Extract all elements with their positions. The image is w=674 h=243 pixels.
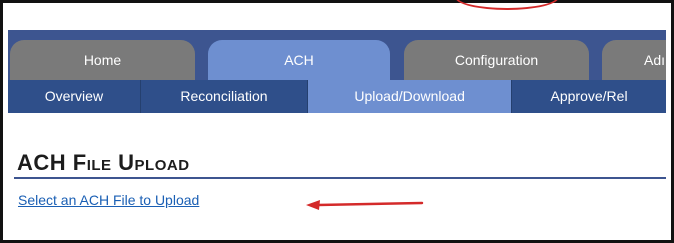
title-divider [14, 177, 666, 179]
subnav-upload-download-label: Upload/Download [354, 88, 465, 104]
tab-ach[interactable]: ACH [208, 40, 390, 80]
sub-navigation: Overview Reconciliation Upload/Download … [8, 80, 666, 113]
tab-home-label: Home [83, 52, 122, 68]
page-title: ACH File Upload [17, 150, 190, 175]
subnav-overview-label: Overview [44, 88, 104, 104]
subnav-overview[interactable]: Overview [8, 80, 141, 113]
red-arrow-left-icon [306, 200, 424, 210]
tab-configuration[interactable]: Configuration [404, 40, 589, 80]
subnav-reconciliation-label: Reconciliation [180, 88, 268, 104]
tab-home[interactable]: Home [10, 40, 195, 80]
subnav-approve-release[interactable]: Approve/Rel [512, 80, 666, 113]
tab-ach-label: ACH [284, 52, 314, 68]
select-ach-file-link[interactable]: Select an ACH File to Upload [18, 192, 199, 208]
tab-configuration-label: Configuration [454, 52, 539, 68]
subnav-approve-release-label: Approve/Rel [550, 88, 628, 104]
tab-admin-label: Adı [644, 52, 666, 68]
main-tab-bar: Home ACH Configuration Adı [8, 30, 666, 80]
tab-admin[interactable]: Adı [602, 40, 666, 80]
subnav-reconciliation[interactable]: Reconciliation [141, 80, 309, 113]
subnav-upload-download[interactable]: Upload/Download [308, 80, 513, 113]
